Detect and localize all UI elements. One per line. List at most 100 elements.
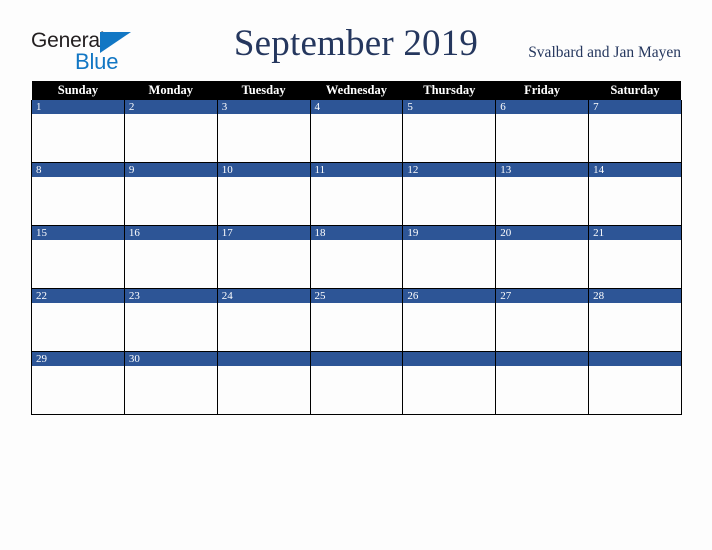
calendar-day-cell[interactable]: 7 [588,100,682,163]
calendar-day-cell-empty[interactable] [216,351,311,415]
day-number: 24 [217,289,310,303]
day-note-area[interactable] [311,114,403,161]
day-number: 25 [310,289,403,303]
day-number: 17 [217,226,310,240]
day-note-area[interactable] [32,177,124,224]
calendar-day-cell[interactable]: 2 [123,100,218,163]
calendar-day-cell[interactable]: 13 [495,162,590,226]
day-note-area[interactable] [311,366,403,413]
day-number: 16 [124,226,217,240]
calendar-day-cell[interactable]: 20 [495,225,590,289]
day-note-area[interactable] [125,303,217,350]
day-note-area[interactable] [403,177,495,224]
day-note-area[interactable] [32,240,124,287]
day-note-area[interactable] [589,114,681,161]
calendar-day-cell[interactable]: 27 [495,288,590,352]
day-number [589,352,681,366]
day-note-area[interactable] [125,114,217,161]
weekday-header-sunday: Sunday [31,81,125,100]
calendar-day-cell[interactable]: 22 [31,288,125,352]
weekday-header-thursday: Thursday [402,81,496,100]
calendar-day-cell[interactable]: 1 [31,100,125,163]
day-number: 18 [310,226,403,240]
calendar-day-cell[interactable]: 21 [588,225,682,289]
calendar-day-cell[interactable]: 28 [588,288,682,352]
day-note-area[interactable] [589,177,681,224]
day-note-area[interactable] [403,114,495,161]
day-note-area[interactable] [589,240,681,287]
calendar-day-cell[interactable]: 9 [123,162,218,226]
calendar-day-cell-empty[interactable] [495,351,590,415]
day-number: 2 [124,100,217,114]
day-note-area[interactable] [218,114,310,161]
calendar-day-cell[interactable]: 14 [588,162,682,226]
day-note-area[interactable] [403,366,495,413]
day-note-area[interactable] [496,240,588,287]
calendar-week-row: 22 23 24 25 26 27 28 [31,288,682,352]
calendar-day-cell[interactable]: 30 [123,351,218,415]
weekday-header-saturday: Saturday [588,81,682,100]
calendar-day-cell[interactable]: 23 [123,288,218,352]
day-note-area[interactable] [32,303,124,350]
day-note-area[interactable] [125,240,217,287]
day-note-area[interactable] [496,303,588,350]
calendar-day-cell[interactable]: 4 [309,100,404,163]
calendar-day-cell[interactable]: 19 [402,225,497,289]
calendar-day-cell[interactable]: 3 [216,100,311,163]
day-note-area[interactable] [125,177,217,224]
day-note-area[interactable] [311,177,403,224]
day-number: 12 [403,163,496,177]
day-number: 20 [496,226,589,240]
calendar-day-cell[interactable]: 5 [402,100,497,163]
weekday-header-wednesday: Wednesday [310,81,403,100]
day-number: 5 [403,100,496,114]
day-note-area[interactable] [403,240,495,287]
day-note-area[interactable] [32,366,124,413]
calendar-day-cell[interactable]: 17 [216,225,311,289]
day-note-area[interactable] [311,303,403,350]
day-number: 9 [124,163,217,177]
day-number: 10 [217,163,310,177]
day-number: 13 [496,163,589,177]
day-number [403,352,496,366]
calendar-day-cell[interactable]: 12 [402,162,497,226]
calendar-day-cell[interactable]: 24 [216,288,311,352]
calendar-day-cell[interactable]: 26 [402,288,497,352]
day-note-area[interactable] [125,366,217,413]
calendar-day-cell-empty[interactable] [402,351,497,415]
day-number: 26 [403,289,496,303]
day-note-area[interactable] [403,303,495,350]
day-number: 6 [496,100,589,114]
day-note-area[interactable] [496,114,588,161]
day-note-area[interactable] [589,366,681,413]
calendar-day-cell[interactable]: 25 [309,288,404,352]
weekday-header-monday: Monday [124,81,218,100]
day-number [310,352,403,366]
day-number: 4 [310,100,403,114]
day-number: 14 [589,163,681,177]
day-note-area[interactable] [218,366,310,413]
day-note-area[interactable] [218,177,310,224]
calendar-grid: Sunday Monday Tuesday Wednesday Thursday… [31,81,682,415]
day-note-area[interactable] [218,240,310,287]
day-number: 1 [32,100,124,114]
calendar-day-cell[interactable]: 18 [309,225,404,289]
calendar-day-cell[interactable]: 8 [31,162,125,226]
day-note-area[interactable] [589,303,681,350]
day-number: 23 [124,289,217,303]
day-number [217,352,310,366]
day-note-area[interactable] [32,114,124,161]
day-note-area[interactable] [311,240,403,287]
calendar-day-cell[interactable]: 15 [31,225,125,289]
day-note-area[interactable] [218,303,310,350]
calendar-day-cell-empty[interactable] [588,351,682,415]
calendar-day-cell[interactable]: 29 [31,351,125,415]
calendar-day-cell[interactable]: 6 [495,100,590,163]
day-note-area[interactable] [496,177,588,224]
calendar-day-cell-empty[interactable] [309,351,404,415]
day-note-area[interactable] [496,366,588,413]
calendar-day-cell[interactable]: 10 [216,162,311,226]
calendar-day-cell[interactable]: 11 [309,162,404,226]
day-number: 30 [124,352,217,366]
calendar-day-cell[interactable]: 16 [123,225,218,289]
